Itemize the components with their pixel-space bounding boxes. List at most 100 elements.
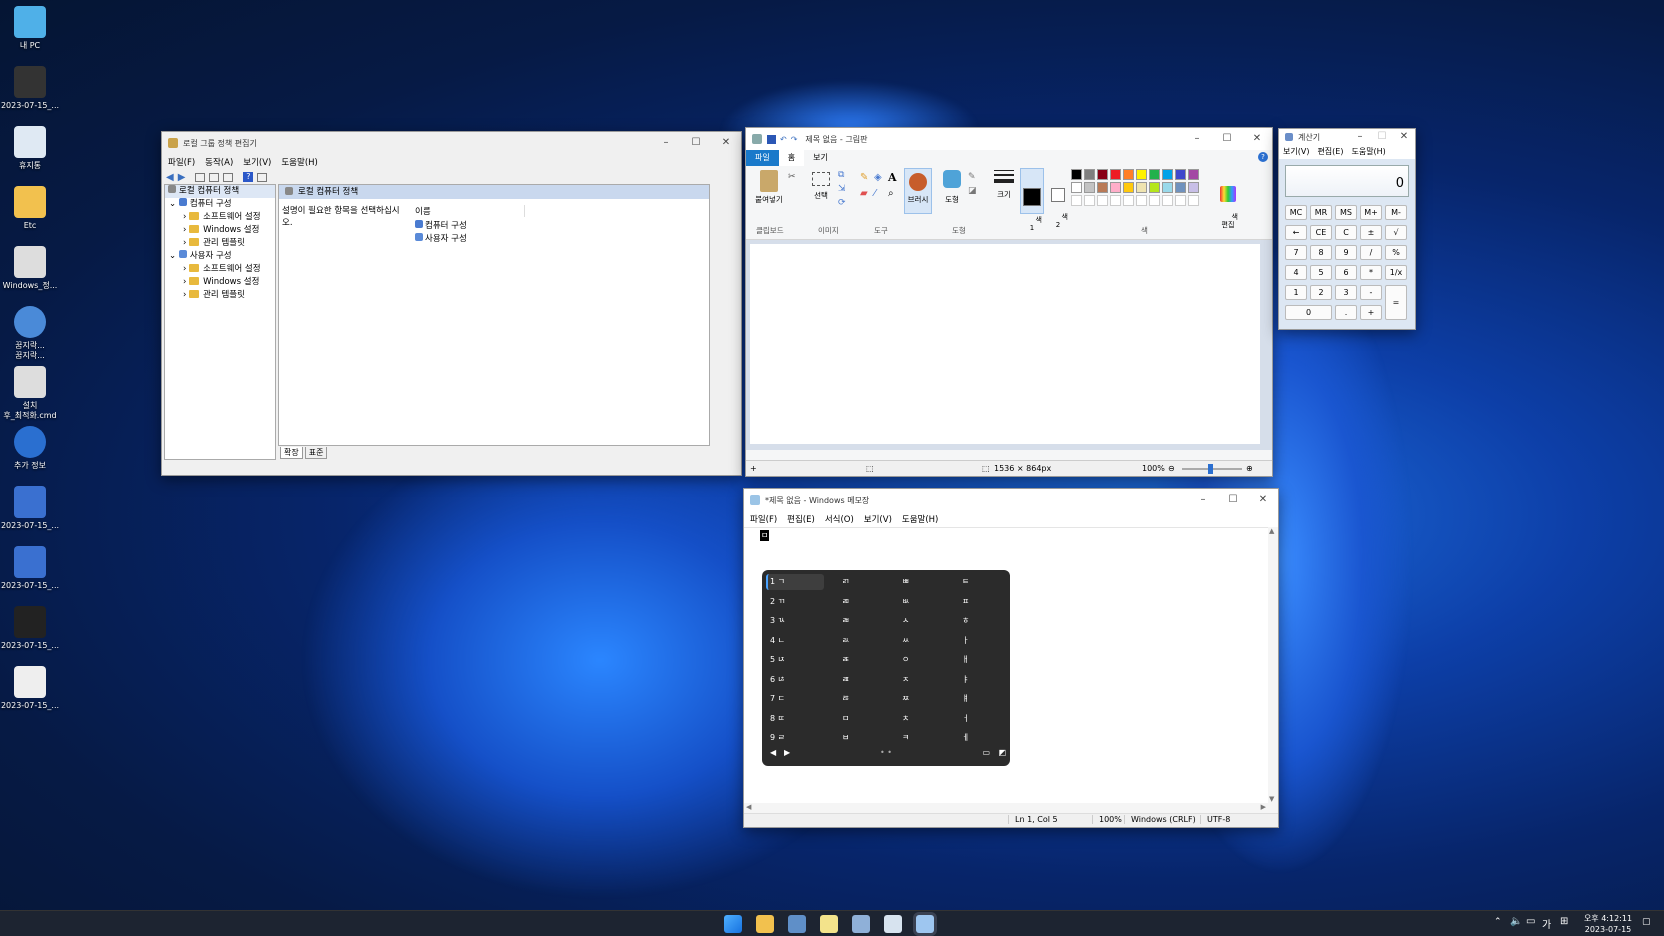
view-icon[interactable] [257, 172, 268, 182]
maximize-button[interactable]: ☐ [1212, 128, 1242, 150]
desktop-item[interactable]: 휴지통 [0, 126, 60, 171]
menu-view[interactable]: 보기(V) [864, 513, 892, 525]
menu-edit[interactable]: 편집(E) [1317, 145, 1343, 159]
list-item-computer[interactable]: 컴퓨터 구성 [415, 219, 467, 231]
clock[interactable]: 오후 4:12:11 2023-07-15 [1582, 913, 1634, 935]
palette-swatch[interactable] [1175, 182, 1186, 193]
palette-swatch[interactable] [1162, 182, 1173, 193]
desktop-item[interactable]: 2023-07-15_... [0, 66, 60, 111]
maximize-button[interactable]: ☐ [1371, 129, 1393, 145]
calc-key[interactable]: % [1385, 245, 1407, 260]
ime-candidate[interactable]: 8 ㄸ [770, 710, 785, 728]
palette-swatch[interactable] [1162, 195, 1173, 206]
volume-icon[interactable]: 🔈 [1510, 916, 1522, 927]
tree-item[interactable]: › 소프트웨어 설정 [165, 263, 275, 276]
calc-key[interactable]: CE [1310, 225, 1332, 240]
palette-swatch[interactable] [1175, 169, 1186, 180]
ime-candidate[interactable]: ㅀ [842, 690, 849, 708]
palette-swatch[interactable] [1110, 195, 1121, 206]
menu-help[interactable]: 도움말(H) [902, 513, 938, 525]
eraser-icon[interactable]: ▰ [860, 188, 868, 199]
calc-key[interactable]: ← [1285, 225, 1307, 240]
palette-swatch[interactable] [1149, 169, 1160, 180]
gpedit-titlebar[interactable]: 로컬 그룹 정책 편집기 – ☐ ✕ [162, 132, 741, 154]
export-list-icon[interactable] [223, 172, 234, 182]
ime-candidate[interactable]: ㅁ [842, 710, 849, 728]
select-button[interactable]: 선택 [808, 172, 834, 201]
calculator-window[interactable]: 계산기 – ☐ ✕ 보기(V) 편집(E) 도움말(H) 0 MC MR MS M+ M- ←… [1278, 128, 1416, 330]
ime-expand-icon[interactable]: ◩ [998, 748, 1006, 757]
calc-key[interactable]: + [1360, 305, 1382, 320]
show-hide-tree-icon[interactable] [195, 172, 206, 182]
palette-swatch[interactable] [1097, 169, 1108, 180]
redo-icon[interactable]: ↷ [791, 135, 798, 144]
calc-key[interactable]: / [1360, 245, 1382, 260]
undo-icon[interactable]: ↶ [780, 135, 787, 144]
menu-format[interactable]: 서식(O) [825, 513, 854, 525]
zoom-in-button[interactable]: ⊕ [1246, 461, 1253, 476]
minimize-button[interactable]: – [1349, 129, 1371, 145]
ime-candidate[interactable]: ㄺ [842, 573, 849, 591]
ime-mode-indicator[interactable]: 가 [1542, 916, 1551, 931]
color2-button[interactable]: 색 2 [1048, 170, 1068, 237]
ime-candidate[interactable]: ㅑ [962, 671, 969, 689]
help-icon[interactable]: ? [1258, 152, 1268, 162]
zoom-slider[interactable] [1182, 464, 1242, 474]
calc-key[interactable]: 2 [1310, 285, 1332, 300]
calc-key[interactable]: = [1385, 285, 1407, 320]
desktop-item[interactable]: 2023-07-15_... [0, 486, 60, 531]
calc-key[interactable]: 6 [1335, 265, 1357, 280]
tree-item[interactable]: › Windows 설정 [165, 276, 275, 289]
ime-candidate[interactable]: ㄼ [842, 612, 849, 630]
ime-candidate[interactable]: 2 ㄲ [770, 593, 785, 611]
tab-standard[interactable]: 표준 [304, 447, 328, 459]
palette-swatch[interactable] [1136, 195, 1147, 206]
palette-swatch[interactable] [1136, 169, 1147, 180]
calc-key[interactable]: MC [1285, 205, 1307, 220]
palette-swatch[interactable] [1110, 182, 1121, 193]
notepad-hscroll[interactable]: ◀ ▶ [744, 803, 1270, 813]
notepad-titlebar[interactable]: *제목 없음 - Windows 메모장 – ☐ ✕ [744, 489, 1278, 511]
desktop-item[interactable]: 2023-07-15_... [0, 666, 60, 711]
back-icon[interactable]: ◀ [166, 172, 174, 183]
calc-key[interactable]: * [1360, 265, 1382, 280]
notepad-window[interactable]: *제목 없음 - Windows 메모장 – ☐ ✕ 파일(F) 편집(E) 서식(… [743, 488, 1279, 828]
desktop-item[interactable]: 추가 정보 [0, 426, 60, 471]
calc-key[interactable]: ± [1360, 225, 1382, 240]
calc-key[interactable]: 1 [1285, 285, 1307, 300]
text-icon[interactable]: A [888, 171, 897, 184]
pencil-icon[interactable]: ✎ [860, 172, 868, 183]
cut-icon[interactable]: ✂ [788, 172, 796, 182]
palette-swatch[interactable] [1097, 195, 1108, 206]
tree-computer-config[interactable]: ⌄ 컴퓨터 구성 [165, 198, 275, 211]
zoom-out-button[interactable]: ⊖ [1168, 461, 1175, 476]
ime-candidate[interactable]: ㅔ [962, 729, 969, 747]
palette-swatch[interactable] [1188, 182, 1199, 193]
ime-candidate[interactable]: ㅒ [962, 690, 969, 708]
ime-candidate[interactable]: ㅓ [962, 710, 969, 728]
ime-candidate[interactable]: ㄿ [842, 671, 849, 689]
menu-view[interactable]: 보기(V) [1283, 145, 1309, 159]
minimize-button[interactable]: – [1188, 489, 1218, 511]
gpedit-window[interactable]: 로컬 그룹 정책 편집기 – ☐ ✕ 파일(F) 동작(A) 보기(V) 도움말(H… [161, 131, 742, 476]
ime-candidate[interactable]: ㅐ [962, 651, 969, 669]
ime-candidate[interactable]: ㅂ [842, 729, 849, 747]
ime-candidate[interactable]: ㅃ [902, 573, 909, 591]
start-button[interactable] [724, 915, 742, 933]
menu-help[interactable]: 도움말(H) [1351, 145, 1385, 159]
ime-candidate[interactable]: 1 ㄱ [770, 573, 785, 591]
properties-icon[interactable] [209, 172, 220, 182]
minimize-button[interactable]: – [651, 132, 681, 154]
palette-swatch[interactable] [1162, 169, 1173, 180]
rotate-icon[interactable]: ⟳ [838, 198, 846, 208]
palette-swatch[interactable] [1084, 169, 1095, 180]
calc-key[interactable]: 7 [1285, 245, 1307, 260]
ime-table-view-icon[interactable]: ▭ [982, 748, 990, 757]
palette-swatch[interactable] [1084, 182, 1095, 193]
calc-key[interactable]: √ [1385, 225, 1407, 240]
menu-file[interactable]: 파일(F) [750, 513, 777, 525]
calc-key[interactable]: 1/x [1385, 265, 1407, 280]
close-button[interactable]: ✕ [1248, 489, 1278, 511]
palette-swatch[interactable] [1084, 195, 1095, 206]
desktop-item[interactable]: 2023-07-15_... [0, 546, 60, 591]
